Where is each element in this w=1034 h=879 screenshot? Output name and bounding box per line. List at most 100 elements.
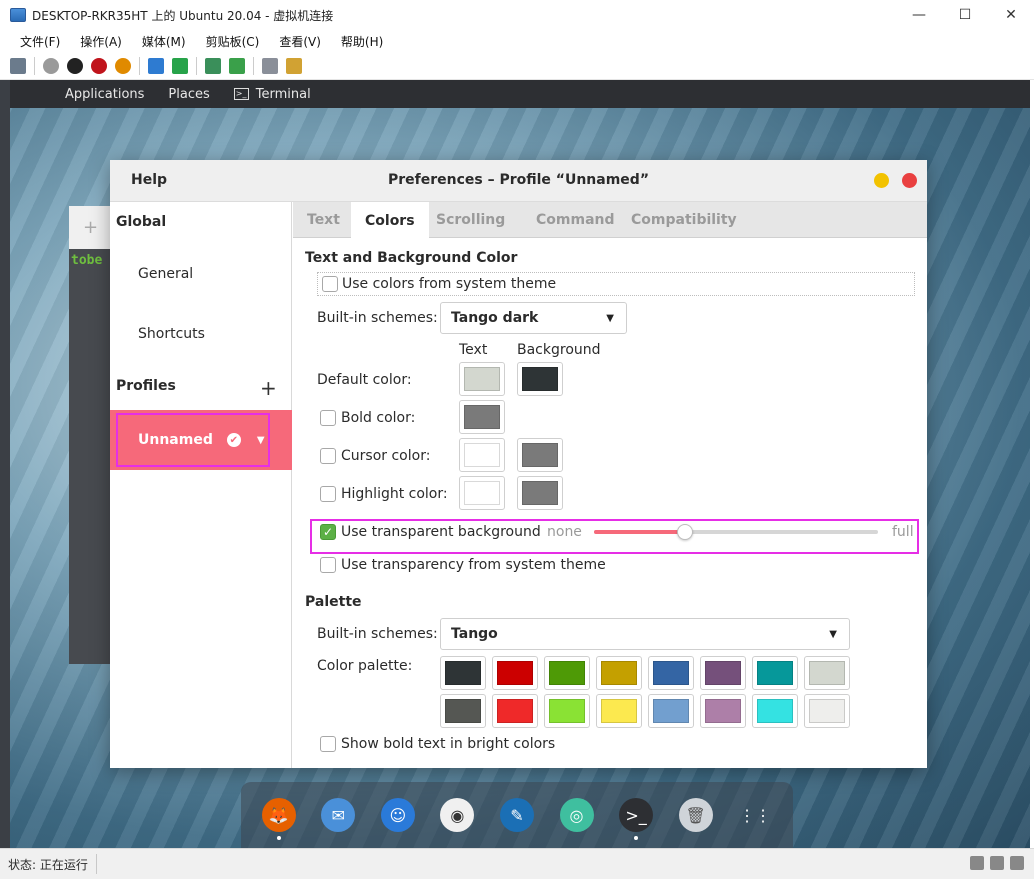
palette-color-4-button[interactable] xyxy=(648,656,694,690)
music-icon[interactable]: ◉ xyxy=(440,798,475,832)
palette-color-swatch xyxy=(653,661,689,685)
help-icon[interactable]: ◎ xyxy=(559,798,594,832)
minimize-button[interactable]: — xyxy=(896,0,942,30)
help-button[interactable]: Help xyxy=(131,172,167,188)
shutdown-icon[interactable] xyxy=(91,57,107,74)
places-menu[interactable]: Places xyxy=(168,87,209,102)
chevron-down-icon: ▼ xyxy=(606,312,614,324)
mail-icon[interactable]: ✉ xyxy=(321,798,356,832)
firefox-icon[interactable]: 🦊 xyxy=(261,798,296,840)
tab-colors[interactable]: Colors xyxy=(351,202,429,239)
background-terminal-window[interactable]: + tobe xyxy=(69,206,114,664)
sidebar-item-shortcuts[interactable]: Shortcuts xyxy=(138,326,205,342)
close-button[interactable]: ✕ xyxy=(988,0,1034,30)
checkpoint-icon[interactable] xyxy=(205,57,221,74)
add-profile-icon[interactable]: + xyxy=(260,376,277,400)
colors-tab-content: Text and Background Color Use colors fro… xyxy=(293,238,927,768)
maximize-button[interactable]: ☐ xyxy=(942,0,988,30)
palette-color-swatch xyxy=(809,699,845,723)
writer-icon[interactable]: ✎ xyxy=(499,798,534,832)
palette-color-13-button[interactable] xyxy=(700,694,746,728)
cursor-text-color-button[interactable] xyxy=(459,438,505,472)
bold-color-checkbox[interactable] xyxy=(320,410,336,426)
tab-text[interactable]: Text xyxy=(293,202,354,238)
palette-color-1-button[interactable] xyxy=(492,656,538,690)
menu-clipboard[interactable]: 剪贴板(C) xyxy=(206,33,260,50)
transparency-system-checkbox[interactable] xyxy=(320,557,336,573)
minimize-icon[interactable] xyxy=(874,173,889,188)
resume-icon[interactable] xyxy=(172,57,188,74)
cursor-color-label: Cursor color: xyxy=(341,448,431,464)
pause-icon[interactable] xyxy=(148,57,164,74)
palette-color-0-button[interactable] xyxy=(440,656,486,690)
menu-view[interactable]: 查看(V) xyxy=(279,33,321,50)
dialog-header: Preferences – Profile “Unnamed” Help xyxy=(110,160,927,202)
palette-builtin-schemes-dropdown[interactable]: Tango ▼ xyxy=(440,618,850,650)
cursor-color-checkbox[interactable] xyxy=(320,448,336,464)
guest-top-panel: Applications Places >_ Terminal xyxy=(10,80,1030,108)
new-tab-icon[interactable]: + xyxy=(69,206,114,249)
cursor-background-color-button[interactable] xyxy=(517,438,563,472)
menu-media[interactable]: 媒体(M) xyxy=(142,33,186,50)
builtin-schemes-dropdown[interactable]: Tango dark ▼ xyxy=(440,302,627,334)
palette-color-8-button[interactable] xyxy=(440,694,486,728)
vm-connection-icon xyxy=(10,8,26,22)
menu-file[interactable]: 文件(F) xyxy=(20,33,60,50)
use-system-colors-row[interactable]: Use colors from system theme xyxy=(317,272,915,296)
statusbar-icons xyxy=(970,856,1024,870)
palette-color-10-button[interactable] xyxy=(544,694,590,728)
default-text-color-button[interactable] xyxy=(459,362,505,396)
palette-color-15-button[interactable] xyxy=(804,694,850,728)
palette-color-7-button[interactable] xyxy=(804,656,850,690)
start-icon[interactable] xyxy=(43,57,59,74)
palette-color-11-button[interactable] xyxy=(596,694,642,728)
finder-icon[interactable]: ☺ xyxy=(380,798,415,832)
terminal-menu[interactable]: >_ Terminal xyxy=(233,87,311,102)
apps-grid-icon[interactable]: ⋮⋮ xyxy=(738,798,772,832)
tab-scrolling[interactable]: Scrolling xyxy=(422,202,519,238)
applications-menu[interactable]: Applications xyxy=(65,87,144,102)
trash-icon[interactable]: 🗑 xyxy=(678,798,713,832)
use-system-colors-checkbox[interactable] xyxy=(322,276,338,292)
palette-color-5-button[interactable] xyxy=(700,656,746,690)
menu-help[interactable]: 帮助(H) xyxy=(341,33,383,50)
highlight-background-color-button[interactable] xyxy=(517,476,563,510)
menu-action[interactable]: 操作(A) xyxy=(80,33,122,50)
cursor-text-swatch xyxy=(464,443,500,467)
palette-color-14-button[interactable] xyxy=(752,694,798,728)
background-column-header: Background xyxy=(517,342,601,358)
bold-bright-checkbox[interactable] xyxy=(320,736,336,752)
enhanced-session-icon[interactable] xyxy=(262,57,278,74)
highlight-text-color-button[interactable] xyxy=(459,476,505,510)
palette-color-2-button[interactable] xyxy=(544,656,590,690)
tab-command[interactable]: Command xyxy=(522,202,629,238)
builtin-schemes-label: Built-in schemes: xyxy=(317,310,438,326)
save-icon[interactable] xyxy=(115,57,131,74)
palette-color-swatch xyxy=(549,661,585,685)
apple-logo-icon[interactable] xyxy=(22,85,40,103)
profile-menu-chevron-down-icon[interactable]: ▼ xyxy=(257,435,265,446)
terminal-prompt-text: tobe xyxy=(71,253,103,268)
palette-color-12-button[interactable] xyxy=(648,694,694,728)
palette-color-6-button[interactable] xyxy=(752,656,798,690)
palette-color-9-button[interactable] xyxy=(492,694,538,728)
close-icon[interactable] xyxy=(902,173,917,188)
palette-color-swatch xyxy=(705,661,741,685)
highlight-color-checkbox[interactable] xyxy=(320,486,336,502)
bold-text-color-button[interactable] xyxy=(459,400,505,434)
sidebar-item-profile-unnamed[interactable]: Unnamed ✔ ▼ xyxy=(110,410,292,470)
palette-color-swatch xyxy=(705,699,741,723)
turnoff-icon[interactable] xyxy=(67,57,83,74)
revert-icon[interactable] xyxy=(229,57,245,74)
palette-section-title: Palette xyxy=(305,594,362,610)
terminal-icon[interactable]: >_ xyxy=(619,798,654,840)
palette-color-3-button[interactable] xyxy=(596,656,642,690)
sidebar-item-general[interactable]: General xyxy=(138,266,193,282)
color-palette-grid xyxy=(440,656,852,732)
palette-color-swatch xyxy=(445,699,481,723)
tab-compatibility[interactable]: Compatibility xyxy=(617,202,751,238)
share-icon[interactable] xyxy=(286,57,302,74)
default-background-color-button[interactable] xyxy=(517,362,563,396)
ctrl-alt-del-icon[interactable] xyxy=(10,57,26,74)
host-statusbar: 状态: 正在运行 xyxy=(0,848,1034,879)
